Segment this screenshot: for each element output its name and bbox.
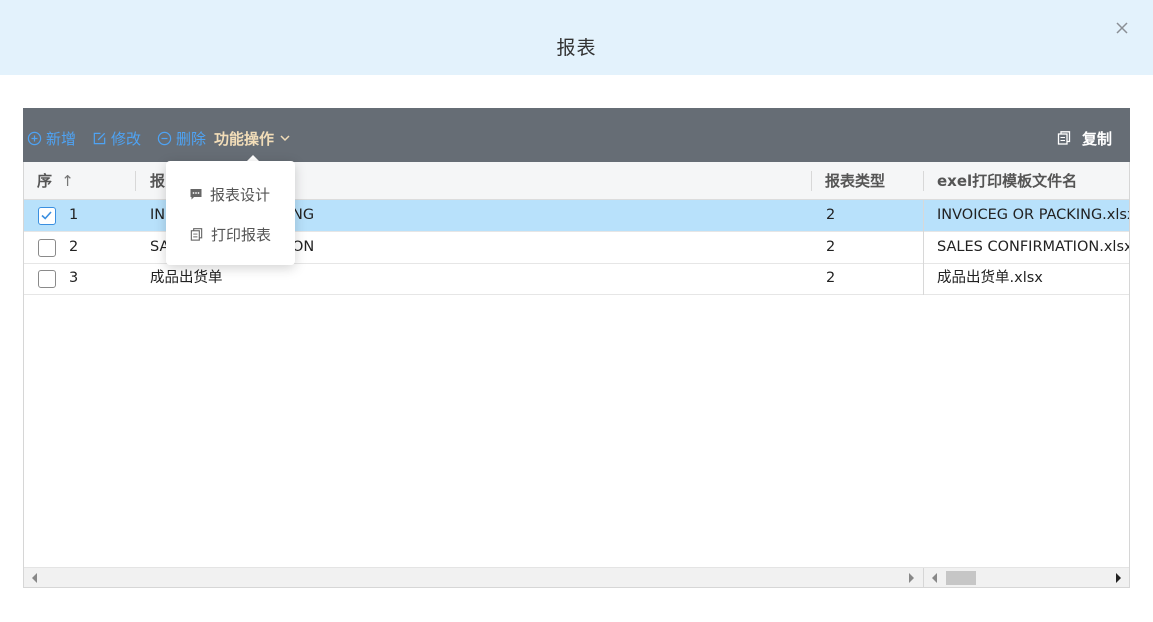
table-row[interactable]: 3 成品出货单 2 成品出货单.xlsx bbox=[24, 263, 1129, 295]
column-header-type[interactable]: 报表类型 bbox=[825, 162, 885, 200]
row-template: 成品出货单.xlsx bbox=[937, 270, 1043, 286]
row-checkbox[interactable] bbox=[38, 239, 56, 257]
row-seq: 2 bbox=[69, 239, 79, 255]
row-template: SALES CONFIRMATION.xlsx bbox=[937, 239, 1130, 255]
row-template: INVOICEG OR PACKING.xlsx bbox=[937, 207, 1130, 223]
function-dropdown-menu: 报表设计 打印报表 bbox=[166, 161, 295, 265]
scroll-right-icon[interactable] bbox=[909, 573, 914, 583]
dialog-title: 报表 bbox=[556, 37, 597, 59]
row-name-tail: NG bbox=[292, 207, 315, 223]
menu-item-report-design[interactable]: 报表设计 bbox=[166, 176, 295, 212]
function-menu-button[interactable]: 功能操作 bbox=[214, 128, 292, 148]
row-name: 成品出货单 bbox=[150, 270, 223, 286]
delete-button[interactable]: 删除 bbox=[157, 128, 206, 148]
delete-button-label: 删除 bbox=[176, 129, 207, 148]
chevron-down-icon bbox=[280, 135, 290, 142]
add-button[interactable]: 新增 bbox=[27, 128, 76, 148]
column-divider[interactable] bbox=[923, 171, 924, 191]
comment-icon bbox=[190, 189, 202, 200]
row-type: 2 bbox=[826, 207, 836, 223]
menu-item-print-report[interactable]: 打印报表 bbox=[166, 216, 295, 252]
scroll-right-icon[interactable] bbox=[1116, 573, 1121, 583]
toolbar: 新增 修改 删除 功能操作 复制 bbox=[23, 108, 1130, 162]
horizontal-scrollbar[interactable] bbox=[24, 567, 1129, 587]
frozen-column-divider bbox=[923, 200, 924, 295]
scroll-left-icon[interactable] bbox=[32, 573, 37, 583]
copy-button[interactable]: 复制 bbox=[1056, 128, 1112, 148]
scroll-left-icon[interactable] bbox=[932, 573, 937, 583]
minus-circle-icon bbox=[157, 131, 172, 145]
dialog-header: 报表 bbox=[0, 0, 1153, 75]
row-type: 2 bbox=[826, 270, 836, 286]
check-icon bbox=[41, 211, 52, 220]
copy-icon bbox=[1057, 131, 1071, 145]
row-checkbox[interactable] bbox=[38, 207, 56, 225]
column-header-seq[interactable]: 序 ↑ bbox=[37, 162, 74, 200]
column-header-template[interactable]: exel打印模板文件名 bbox=[937, 162, 1077, 200]
copy-button-label: 复制 bbox=[1082, 129, 1113, 148]
sort-ascending-icon[interactable]: ↑ bbox=[61, 172, 74, 190]
menu-item-label: 报表设计 bbox=[210, 185, 271, 204]
menu-item-label: 打印报表 bbox=[211, 225, 272, 244]
scrollbar-divider bbox=[923, 568, 924, 587]
row-name: IN bbox=[150, 207, 166, 223]
row-checkbox[interactable] bbox=[38, 270, 56, 288]
add-button-label: 新增 bbox=[46, 129, 77, 148]
scrollbar-thumb[interactable] bbox=[946, 571, 976, 585]
column-header-name[interactable]: 报 bbox=[150, 162, 165, 200]
row-seq: 3 bbox=[69, 270, 79, 286]
row-seq: 1 bbox=[69, 207, 79, 223]
print-icon bbox=[190, 227, 203, 241]
report-dialog: 报表 新增 修改 删除 功能操作 复制 序 ↑ 报 报表类型 exel打印模板文… bbox=[0, 0, 1153, 622]
function-menu-label: 功能操作 bbox=[214, 129, 275, 148]
edit-button[interactable]: 修改 bbox=[92, 128, 141, 148]
edit-icon bbox=[93, 132, 106, 144]
plus-circle-icon bbox=[27, 131, 42, 145]
column-header-seq-label: 序 bbox=[37, 172, 53, 190]
row-type: 2 bbox=[826, 239, 836, 255]
edit-button-label: 修改 bbox=[111, 129, 142, 148]
column-divider[interactable] bbox=[135, 171, 136, 191]
row-name-tail: ON bbox=[292, 239, 315, 255]
close-icon[interactable] bbox=[1113, 19, 1131, 37]
column-divider[interactable] bbox=[811, 171, 812, 191]
